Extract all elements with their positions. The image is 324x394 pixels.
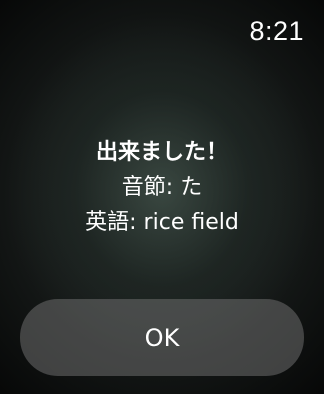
alert-message: 出来ました！ 音節: た 英語: rice field xyxy=(0,136,324,240)
english-text: 英語: rice field xyxy=(85,210,239,235)
ok-button[interactable]: OK xyxy=(20,299,304,376)
alert-title: 出来ました！ xyxy=(95,140,228,165)
syllable-text: 音節: た xyxy=(121,175,203,200)
status-time: 8:21 xyxy=(249,16,304,46)
watch-screen: 8:21 出来ました！ 音節: た 英語: rice field OK xyxy=(0,0,324,394)
ok-button-label: OK xyxy=(144,323,180,352)
